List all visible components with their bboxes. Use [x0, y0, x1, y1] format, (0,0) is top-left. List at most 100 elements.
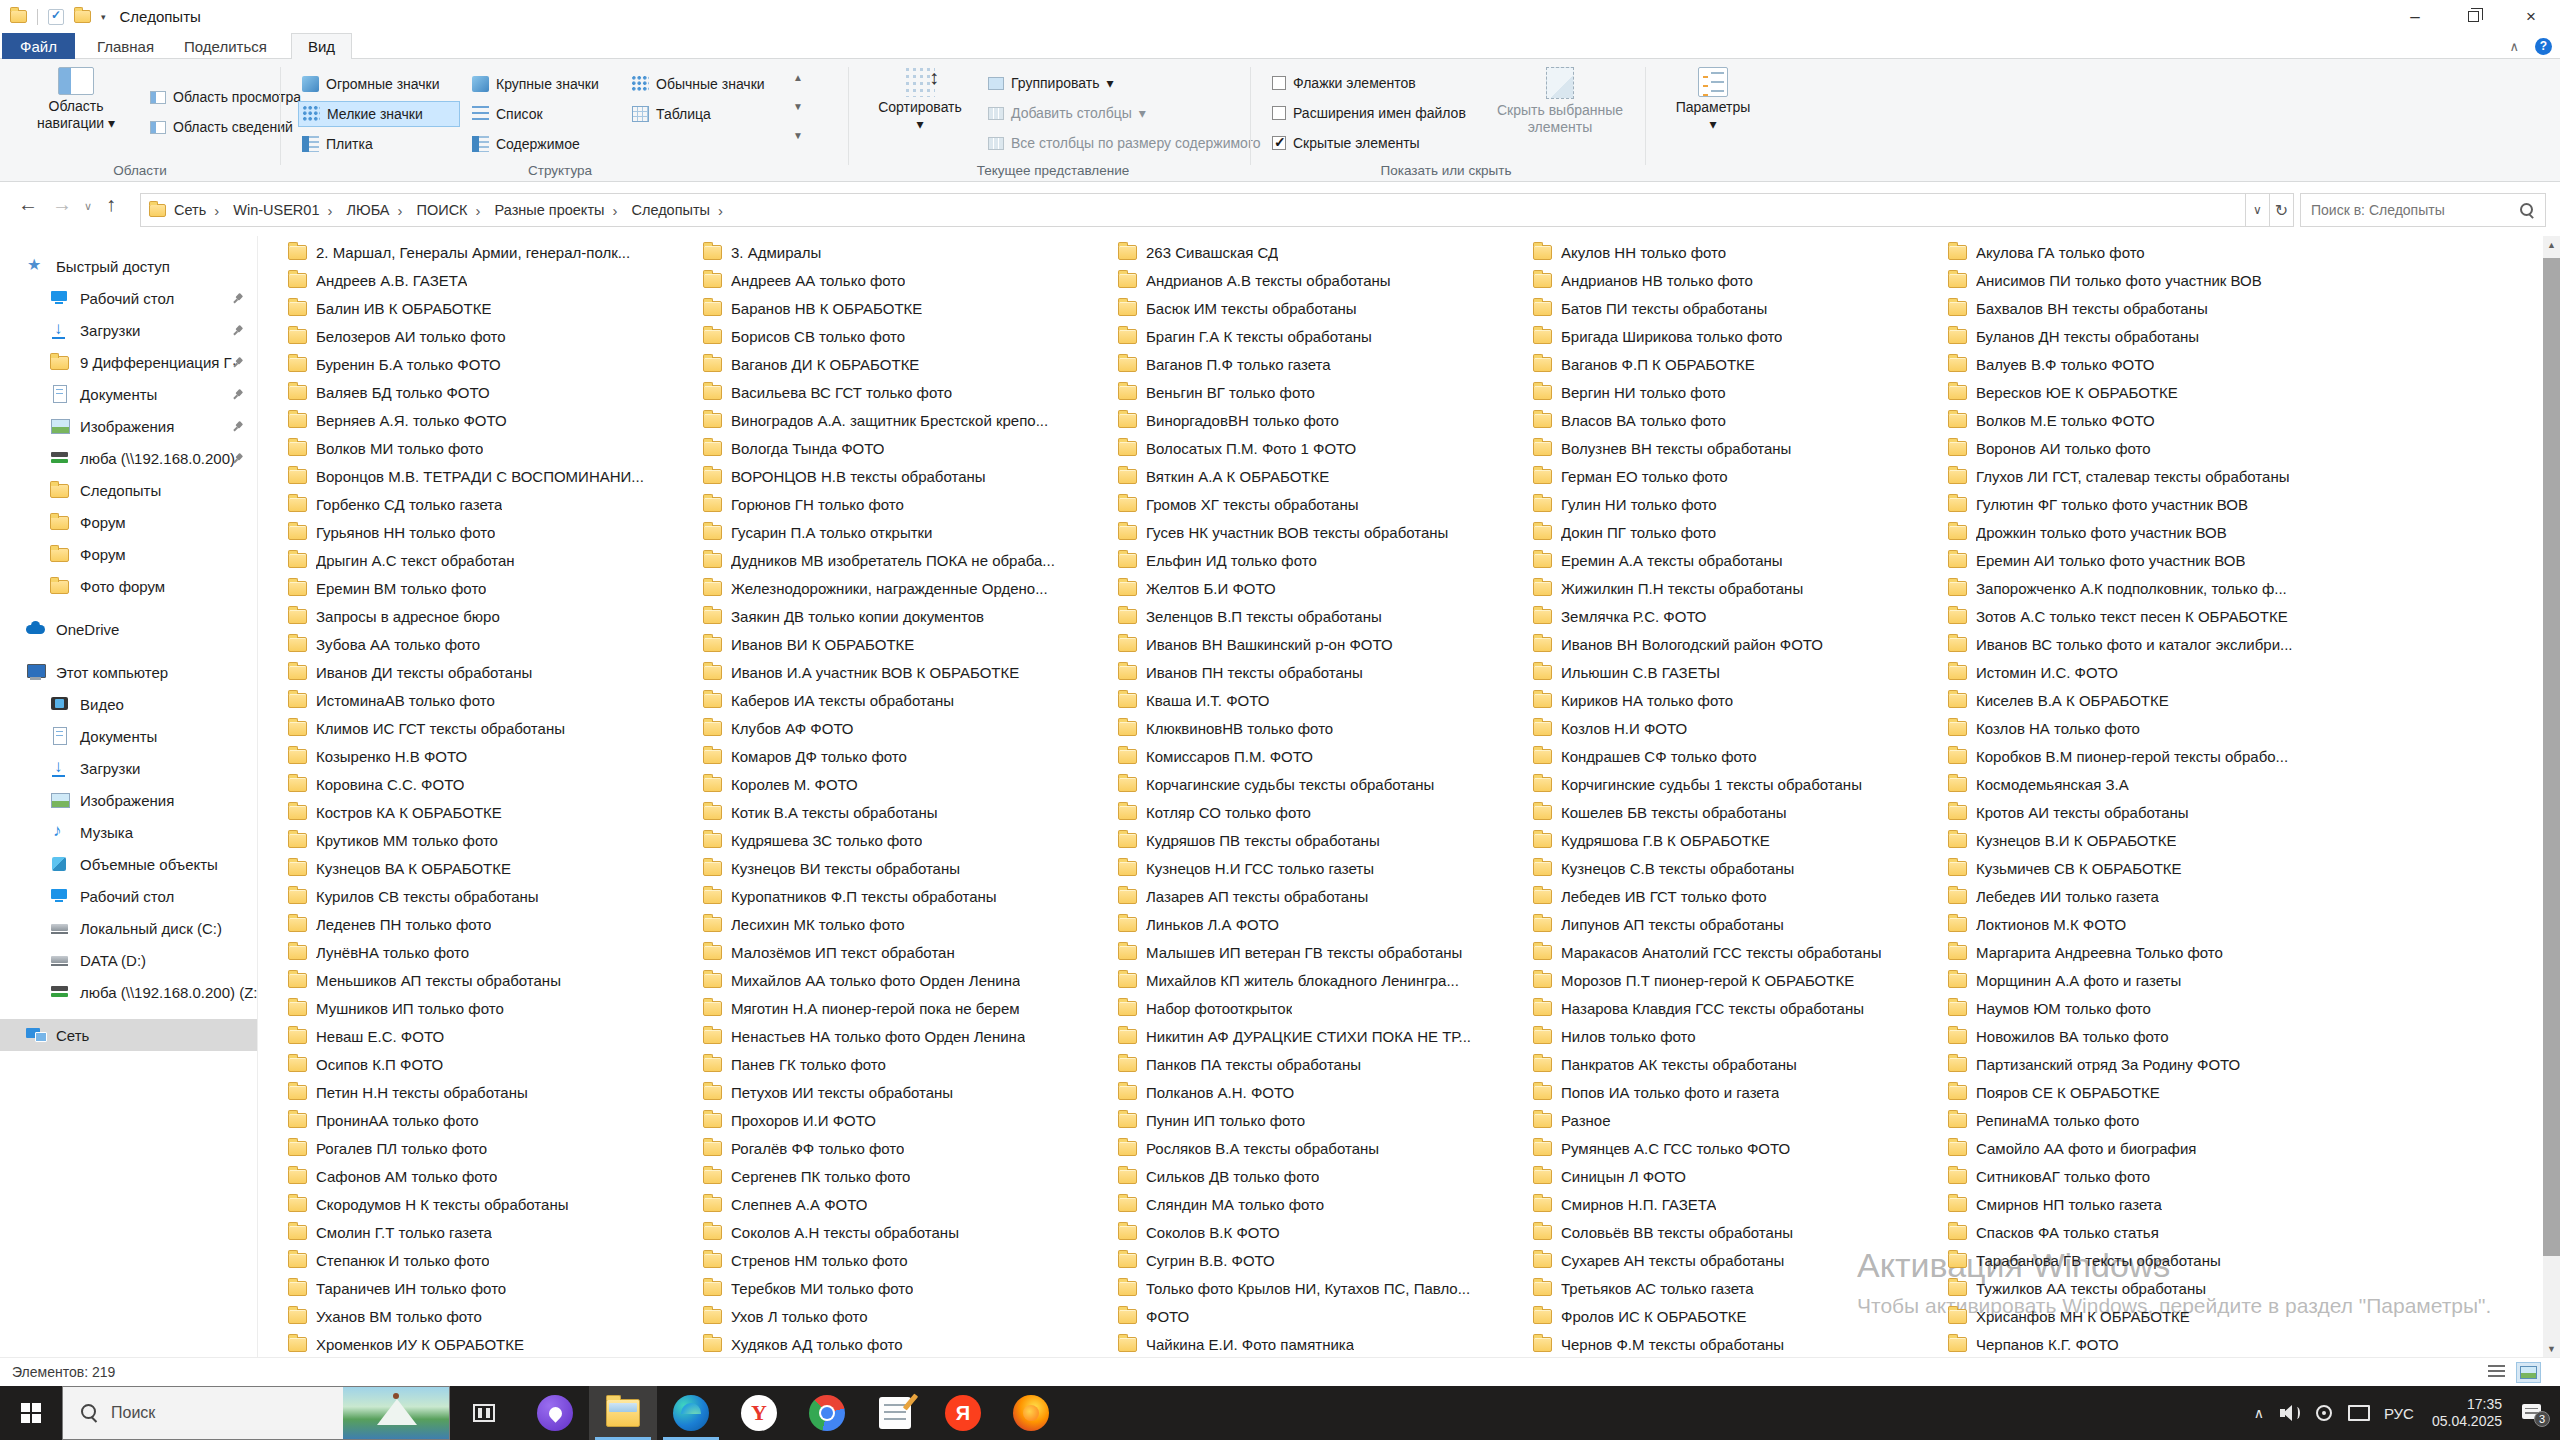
file-item[interactable]: Панев ГК только фото — [703, 1050, 1118, 1078]
file-item[interactable]: Волков МИ только фото — [288, 434, 703, 462]
file-item[interactable]: Козлов Н.И ФОТО — [1533, 714, 1948, 742]
file-item[interactable]: Горюнов ГН только фото — [703, 490, 1118, 518]
file-item[interactable]: Комаров ДФ только фото — [703, 742, 1118, 770]
sidebar-item[interactable]: Сеть — [0, 1019, 257, 1051]
forward-button[interactable]: → — [52, 193, 72, 216]
tray-app-icon[interactable] — [2316, 1405, 2332, 1421]
file-item[interactable]: ВиноргадовВН только фото — [1118, 406, 1533, 434]
file-item[interactable]: Белозеров АИ только фото — [288, 322, 703, 350]
file-item[interactable]: ИстоминаАВ только фото — [288, 686, 703, 714]
file-item[interactable]: Власов ВА только фото — [1533, 406, 1948, 434]
file-item[interactable]: Скородумов Н К тексты обработаны — [288, 1190, 703, 1218]
file-item[interactable]: Волосатых П.М. Фото 1 ФОТО — [1118, 434, 1533, 462]
navigation-pane-button[interactable]: Область навигации ▾ — [16, 67, 136, 132]
breadcrumb-chevron-icon[interactable]: › — [470, 202, 487, 219]
file-item[interactable]: Волузнев ВН тексты обработаны — [1533, 434, 1948, 462]
file-item[interactable]: Михайлов АА только фото Орден Ленина — [703, 966, 1118, 994]
file-item[interactable]: Лебедев ИИ только газета — [1948, 882, 2363, 910]
file-item[interactable]: Михайлов КП житель блокадного Ленингра..… — [1118, 966, 1533, 994]
details-view-toggle-icon[interactable] — [2488, 1365, 2505, 1380]
file-item[interactable]: Клубов АФ ФОТО — [703, 714, 1118, 742]
file-item[interactable]: СитниковАГ только фото — [1948, 1162, 2363, 1190]
file-item[interactable]: Зотов А.С только текст песен К ОБРАБОТКЕ — [1948, 602, 2363, 630]
customize-qat-icon[interactable]: ▾ — [101, 12, 106, 22]
checkbox-item-checkboxes[interactable]: Флажки элементов — [1272, 71, 1416, 95]
breadcrumb-chevron-icon[interactable]: › — [606, 202, 623, 219]
tab-вид[interactable]: Вид — [291, 33, 352, 59]
file-item[interactable]: Костров КА К ОБРАБОТКЕ — [288, 798, 703, 826]
breadcrumb-chevron-icon[interactable]: › — [208, 202, 225, 219]
file-item[interactable]: Зубова АА только фото — [288, 630, 703, 658]
file-item[interactable]: Рогалев ПЛ только фото — [288, 1134, 703, 1162]
search-input[interactable]: Поиск в: Следопыты — [2300, 193, 2546, 227]
file-item[interactable]: Еремин ВМ только фото — [288, 574, 703, 602]
file-item[interactable]: Вологда Тында ФОТО — [703, 434, 1118, 462]
taskbar-search[interactable]: Поиск — [62, 1386, 450, 1440]
file-item[interactable]: Комиссаров П.М. ФОТО — [1118, 742, 1533, 770]
file-item[interactable]: Морщинин А.А фото и газеты — [1948, 966, 2363, 994]
breadcrumb-segment[interactable]: Разные проекты — [487, 202, 607, 218]
file-item[interactable]: РепинаМА только фото — [1948, 1106, 2363, 1134]
clock[interactable]: 17:3505.04.2025 — [2432, 1396, 2502, 1430]
checkbox-file-extensions[interactable]: Расширения имен файлов — [1272, 101, 1466, 125]
file-item[interactable]: Кудряшева ЗС только фото — [703, 826, 1118, 854]
file-item[interactable]: Тужилков АА тексты обработаны — [1948, 1274, 2363, 1302]
file-item[interactable]: Росляков В.А тексты обработаны — [1118, 1134, 1533, 1162]
file-item[interactable]: Коровина С.С. ФОТО — [288, 770, 703, 798]
file-item[interactable]: Маракасов Анатолий ГСС тексты обработаны — [1533, 938, 1948, 966]
file-item[interactable]: Иванов И.А участник ВОВ К ОБРАБОТКЕ — [703, 658, 1118, 686]
file-item[interactable]: Смирнов НП только газета — [1948, 1190, 2363, 1218]
breadcrumb-chevron-icon[interactable]: › — [392, 202, 409, 219]
file-item[interactable]: Попов ИА только фото и газета — [1533, 1078, 1948, 1106]
breadcrumb-segment[interactable]: Следопыты — [623, 202, 712, 218]
tab-файл[interactable]: Файл — [2, 33, 75, 59]
file-item[interactable]: Кузнецов ВА К ОБРАБОТКЕ — [288, 854, 703, 882]
file-item[interactable]: Гурьянов НН только фото — [288, 518, 703, 546]
file-item[interactable]: Неваш Е.С. ФОТО — [288, 1022, 703, 1050]
file-item[interactable]: Хроменков ИУ К ОБРАБОТКЕ — [288, 1330, 703, 1358]
layout-option-huge-icons[interactable]: Огромные значки — [298, 71, 448, 97]
file-item[interactable]: Валуев В.Ф только ФОТО — [1948, 350, 2363, 378]
file-item[interactable]: Третьяков АС только газета — [1533, 1274, 1948, 1302]
file-item[interactable]: Иванов ПН тексты обработаны — [1118, 658, 1533, 686]
breadcrumb-chevron-icon[interactable]: › — [321, 202, 338, 219]
sidebar-item[interactable]: Быстрый доступ — [0, 250, 257, 282]
file-item[interactable]: Спасков ФА только статья — [1948, 1218, 2363, 1246]
properties-icon[interactable] — [48, 9, 64, 25]
file-item[interactable]: Железнодорожники, награжденные Ордено... — [703, 574, 1118, 602]
file-item[interactable]: Иванов ДИ тексты обработаны — [288, 658, 703, 686]
file-item[interactable]: Морозов П.Т пионер-герой К ОБРАБОТКЕ — [1533, 966, 1948, 994]
file-item[interactable]: Кудряшов ПВ тексты обработаны — [1118, 826, 1533, 854]
file-item[interactable]: Кузнецов В.И К ОБРАБОТКЕ — [1948, 826, 2363, 854]
file-item[interactable]: Глухов ЛИ ГСТ, сталевар тексты обработан… — [1948, 462, 2363, 490]
file-item[interactable]: Воронов АИ только фото — [1948, 434, 2363, 462]
file-item[interactable]: Брагин Г.А К тексты обработаны — [1118, 322, 1533, 350]
file-item[interactable]: Басюк ИМ тексты обработаны — [1118, 294, 1533, 322]
help-icon[interactable]: ? — [2535, 38, 2552, 55]
sort-button[interactable]: Сортировать▾ — [868, 67, 972, 133]
file-item[interactable]: Запросы в адресное бюро — [288, 602, 703, 630]
scroll-down-icon[interactable]: ▼ — [2543, 1340, 2560, 1357]
file-item[interactable]: Гусев НК участник ВОВ тексты обработаны — [1118, 518, 1533, 546]
file-item[interactable]: 3. Адмиралы — [703, 238, 1118, 266]
file-item[interactable]: Кротов АИ тексты обработаны — [1948, 798, 2363, 826]
file-item[interactable]: Сильков ДВ только фото — [1118, 1162, 1533, 1190]
file-item[interactable]: Кузнецов ВИ тексты обработаны — [703, 854, 1118, 882]
sidebar-item[interactable]: Рабочий стол — [0, 282, 257, 314]
breadcrumb-segment[interactable]: ПОИСК — [409, 202, 470, 218]
file-item[interactable]: Коробков В.М пионер-герой тексты обрабо.… — [1948, 742, 2363, 770]
file-item[interactable]: Панков ПА тексты обработаны — [1118, 1050, 1533, 1078]
file-item[interactable]: Разное — [1533, 1106, 1948, 1134]
file-item[interactable]: Иванов ВН Вашкинский р-он ФОТО — [1118, 630, 1533, 658]
file-item[interactable]: Андреев АА только фото — [703, 266, 1118, 294]
file-item[interactable]: Иванов ВС только фото и каталог экслибри… — [1948, 630, 2363, 658]
refresh-icon[interactable]: ↻ — [2270, 193, 2294, 227]
file-item[interactable]: Акулов НН только фото — [1533, 238, 1948, 266]
file-item[interactable]: Запорожченко А.К подполковник, только ф.… — [1948, 574, 2363, 602]
file-item[interactable]: Ильюшин С.В ГАЗЕТЫ — [1533, 658, 1948, 686]
file-item[interactable]: Дрыгин А.С текст обработан — [288, 546, 703, 574]
file-item[interactable]: Рогалёв ФФ только фото — [703, 1134, 1118, 1162]
file-item[interactable]: Корчагинские судьбы тексты обработаны — [1118, 770, 1533, 798]
file-item[interactable]: Котляр СО только фото — [1118, 798, 1533, 826]
file-item[interactable]: Нилов только фото — [1533, 1022, 1948, 1050]
